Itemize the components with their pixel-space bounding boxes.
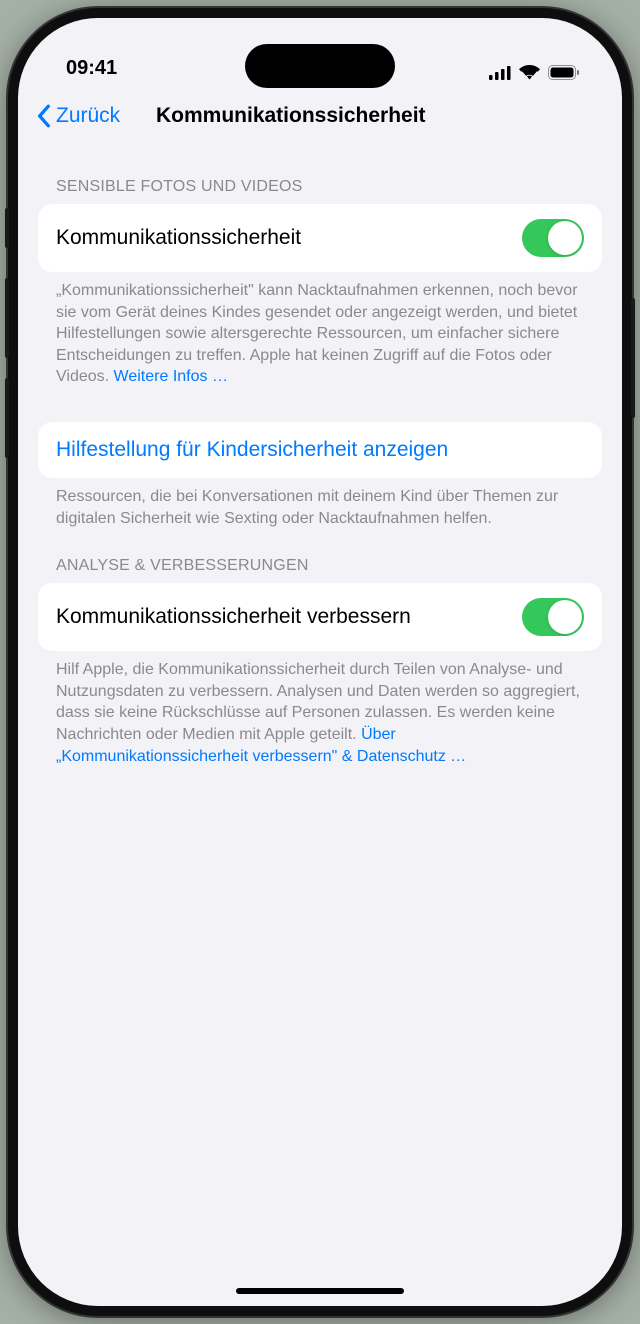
section-footer-child-safety: Ressourcen, die bei Konversationen mit d…: [38, 478, 602, 529]
cell-group-communication-safety: Kommunikationssicherheit: [38, 204, 602, 272]
navigation-bar: Zurück Kommunikationssicherheit: [18, 88, 622, 144]
child-safety-help-row[interactable]: Hilfestellung für Kindersicherheit anzei…: [38, 422, 602, 478]
cell-group-child-safety: Hilfestellung für Kindersicherheit anzei…: [38, 422, 602, 478]
page-title: Kommunikationssicherheit: [156, 104, 426, 128]
volume-up-button: [5, 278, 9, 358]
toggle-knob: [548, 600, 582, 634]
communication-safety-label: Kommunikationssicherheit: [56, 225, 522, 251]
section-footer-analytics: Hilf Apple, die Kommunikationssicherheit…: [38, 651, 602, 767]
cellular-signal-icon: [489, 66, 511, 80]
back-button[interactable]: Zurück: [36, 104, 120, 128]
communication-safety-toggle[interactable]: [522, 219, 584, 257]
power-button: [631, 298, 635, 418]
home-indicator[interactable]: [236, 1288, 404, 1294]
cell-group-improve: Kommunikationssicherheit verbessern: [38, 583, 602, 651]
settings-content: SENSIBLE FOTOS UND VIDEOS Kommunikations…: [18, 144, 622, 767]
silent-switch: [5, 208, 9, 248]
child-safety-help-label: Hilfestellung für Kindersicherheit anzei…: [56, 438, 448, 462]
status-indicators: [489, 65, 580, 84]
battery-icon: [548, 65, 580, 80]
more-info-link[interactable]: Weitere Infos …: [114, 368, 228, 385]
back-label: Zurück: [56, 104, 120, 128]
toggle-knob: [548, 221, 582, 255]
section-footer-sensitive: „Kommunikationssicherheit" kann Nacktauf…: [38, 272, 602, 388]
improve-communication-safety-label: Kommunikationssicherheit verbessern: [56, 604, 522, 630]
phone-screen: 09:41 Zurück Kommunikationssicherheit: [18, 18, 622, 1306]
phone-frame: 09:41 Zurück Kommunikationssicherheit: [8, 8, 632, 1316]
wifi-icon: [519, 65, 540, 80]
volume-down-button: [5, 378, 9, 458]
improve-communication-safety-row: Kommunikationssicherheit verbessern: [38, 583, 602, 651]
communication-safety-row: Kommunikationssicherheit: [38, 204, 602, 272]
improve-communication-safety-toggle[interactable]: [522, 598, 584, 636]
status-time: 09:41: [66, 57, 117, 84]
footer-text-3: Hilf Apple, die Kommunikationssicherheit…: [56, 661, 580, 743]
section-header-sensitive: SENSIBLE FOTOS UND VIDEOS: [38, 144, 602, 204]
dynamic-island: [245, 44, 395, 88]
chevron-left-icon: [36, 104, 52, 128]
section-header-analytics: ANALYSE & VERBESSERUNGEN: [38, 529, 602, 583]
